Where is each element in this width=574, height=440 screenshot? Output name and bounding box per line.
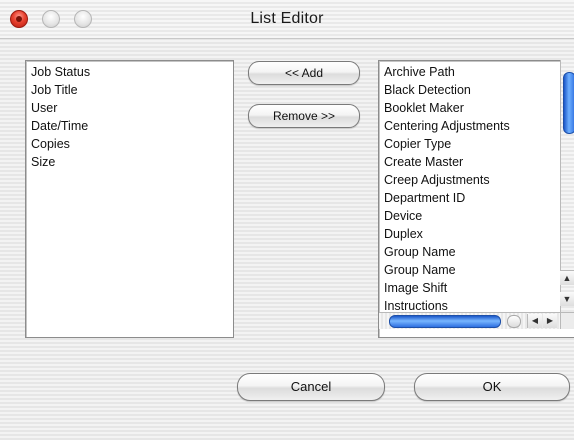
scroll-up-arrow-icon[interactable]: ▲: [560, 270, 574, 285]
list-item[interactable]: Size: [31, 153, 233, 171]
list-item[interactable]: Booklet Maker: [384, 99, 574, 117]
list-item[interactable]: Department ID: [384, 189, 574, 207]
list-item[interactable]: Copier Type: [384, 135, 574, 153]
scroll-left-arrow-icon[interactable]: ◀: [527, 314, 542, 328]
scroll-down-arrow-icon[interactable]: ▼: [560, 292, 574, 306]
title-bar[interactable]: List Editor: [0, 0, 574, 39]
available-columns-list[interactable]: Archive Path Black Detection Booklet Mak…: [378, 60, 574, 338]
list-item[interactable]: Date/Time: [31, 117, 233, 135]
window-title: List Editor: [250, 10, 324, 27]
remove-button[interactable]: Remove >>: [248, 104, 360, 128]
list-item[interactable]: Job Title: [31, 81, 233, 99]
list-item[interactable]: Image Shift: [384, 279, 574, 297]
list-item[interactable]: Black Detection: [384, 81, 574, 99]
horizontal-scrollbar[interactable]: ◀ ▶: [379, 312, 574, 329]
scrollbar-corner: [560, 312, 574, 329]
list-item[interactable]: Centering Adjustments: [384, 117, 574, 135]
list-item[interactable]: Creep Adjustments: [384, 171, 574, 189]
scroll-track-end: [507, 315, 521, 328]
horizontal-scroll-thumb[interactable]: [389, 315, 501, 328]
selected-columns-list[interactable]: Job Status Job Title User Date/Time Copi…: [25, 60, 234, 338]
list-item[interactable]: Duplex: [384, 225, 574, 243]
cancel-button[interactable]: Cancel: [237, 373, 385, 401]
list-item[interactable]: Create Master: [384, 153, 574, 171]
ok-button[interactable]: OK: [414, 373, 570, 401]
list-item[interactable]: Copies: [31, 135, 233, 153]
list-item[interactable]: Device: [384, 207, 574, 225]
list-editor-window: List Editor Job Status Job Title User Da…: [0, 0, 574, 440]
list-item[interactable]: Archive Path: [384, 63, 574, 81]
list-item[interactable]: Group Name: [384, 261, 574, 279]
add-button[interactable]: << Add: [248, 61, 360, 85]
list-item[interactable]: Group Name: [384, 243, 574, 261]
list-item[interactable]: User: [31, 99, 233, 117]
vertical-scroll-thumb[interactable]: [563, 72, 574, 134]
list-item[interactable]: Job Status: [31, 63, 233, 81]
scroll-right-arrow-icon[interactable]: ▶: [543, 314, 557, 328]
